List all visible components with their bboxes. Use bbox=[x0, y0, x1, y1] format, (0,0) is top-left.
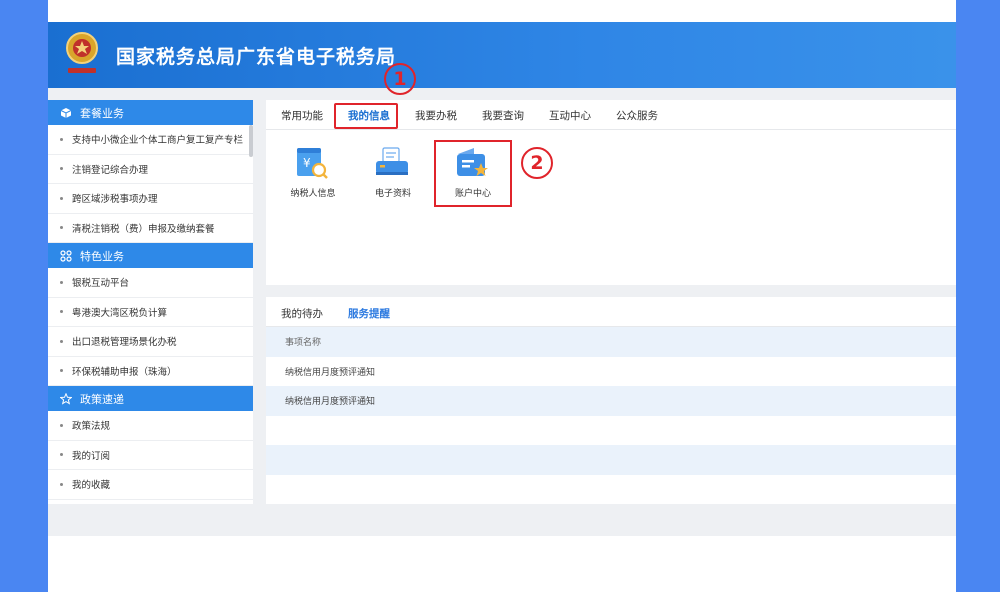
tab-query[interactable]: 我要查询 bbox=[482, 108, 524, 123]
sidebar-item[interactable]: 注销登记综合办理 bbox=[48, 155, 253, 184]
table-row[interactable]: 纳税信用月度预评通知 bbox=[266, 386, 956, 416]
sidebar-item[interactable]: 清税注销税（费）申报及缴纳套餐 bbox=[48, 214, 253, 243]
electronic-data-icon bbox=[376, 147, 408, 175]
sidebar-section-title: 政策速递 bbox=[80, 392, 124, 406]
app-electronic-data[interactable]: 电子资料 bbox=[359, 146, 427, 210]
package-icon bbox=[60, 107, 72, 118]
app-label: 纳税人信息 bbox=[290, 189, 336, 199]
tab-common-functions[interactable]: 常用功能 bbox=[281, 108, 323, 123]
sidebar-item-label: 环保税辅助申报（珠海） bbox=[72, 366, 177, 378]
bottom-tab-bar: 我的待办 服务提醒 bbox=[266, 297, 956, 327]
taxpayer-info-icon: ¥ bbox=[297, 148, 328, 179]
table-row[interactable]: 纳税信用月度预评通知 bbox=[266, 357, 956, 387]
bullet-icon bbox=[60, 196, 63, 200]
app-label: 电子资料 bbox=[374, 189, 411, 199]
bullet-icon bbox=[60, 369, 63, 373]
sidebar-item-label: 银税互动平台 bbox=[72, 278, 130, 290]
bullet-icon bbox=[60, 167, 63, 171]
bullet-icon bbox=[60, 423, 63, 427]
sidebar-item[interactable]: 跨区域涉税事项办理 bbox=[48, 184, 253, 214]
site-title: 国家税务总局广东省电子税务局 bbox=[116, 46, 397, 68]
sidebar-item-label: 注销登记综合办理 bbox=[72, 164, 149, 176]
sidebar-item-label: 出口退税管理场景化办税 bbox=[72, 337, 177, 349]
sidebar-item-label: 我的收藏 bbox=[72, 480, 111, 492]
table-header: 事项名称 bbox=[266, 327, 956, 357]
step-marker-2: 2 bbox=[521, 147, 553, 179]
sidebar-item[interactable]: 我的订阅 bbox=[48, 441, 253, 470]
sidebar-section-special[interactable]: 特色业务 bbox=[48, 243, 253, 268]
bullet-icon bbox=[60, 482, 63, 486]
sidebar-scrollbar[interactable] bbox=[249, 125, 253, 157]
step-marker-1: 1 bbox=[384, 63, 416, 95]
bullet-icon bbox=[60, 137, 63, 141]
sidebar-item-label: 跨区域涉税事项办理 bbox=[72, 194, 158, 206]
sidebar-section-title: 套餐业务 bbox=[80, 106, 124, 120]
site-header: 国家税务总局广东省电子税务局 bbox=[48, 22, 956, 88]
sidebar-section-title: 特色业务 bbox=[80, 249, 124, 263]
sidebar-item[interactable]: 环保税辅助申报（珠海） bbox=[48, 357, 253, 386]
tab-tax-filing[interactable]: 我要办税 bbox=[415, 108, 457, 123]
bullet-icon bbox=[60, 339, 63, 343]
bullet-icon bbox=[60, 453, 63, 457]
sidebar-item-label: 支持中小微企业个体工商户复工复产专栏 bbox=[72, 135, 244, 147]
sidebar-section-package[interactable]: 套餐业务 bbox=[48, 100, 253, 125]
highlight-box-account-center bbox=[434, 140, 512, 207]
bullet-icon bbox=[60, 280, 63, 284]
tab-my-todo[interactable]: 我的待办 bbox=[281, 306, 323, 321]
svg-text:¥: ¥ bbox=[303, 156, 311, 170]
star-icon bbox=[60, 392, 72, 405]
sidebar-item-label: 粤港澳大湾区税负计算 bbox=[72, 307, 168, 319]
sidebar-item[interactable]: 银税互动平台 bbox=[48, 268, 253, 298]
table-row-empty bbox=[266, 416, 956, 446]
app-taxpayer-info[interactable]: ¥ 纳税人信息 bbox=[279, 146, 347, 210]
sidebar-item[interactable]: 出口退税管理场景化办税 bbox=[48, 327, 253, 357]
sidebar-item[interactable]: 支持中小微企业个体工商户复工复产专栏 bbox=[48, 125, 253, 155]
highlight-box-tab bbox=[334, 103, 398, 129]
table-row-empty bbox=[266, 445, 956, 475]
bullet-icon bbox=[60, 226, 63, 230]
sidebar-item[interactable]: 我的收藏 bbox=[48, 470, 253, 500]
bullet-icon bbox=[60, 310, 63, 314]
notification-panel: 我的待办 服务提醒 事项名称 纳税信用月度预评通知 纳税信用月度预评通知 bbox=[266, 297, 956, 504]
tab-bar: 常用功能 我的信息 我要办税 我要查询 互动中心 公众服务 bbox=[266, 100, 956, 130]
tab-interaction-center[interactable]: 互动中心 bbox=[549, 108, 591, 123]
sidebar-item[interactable]: 政策法规 bbox=[48, 411, 253, 441]
function-panel: 常用功能 我的信息 我要办税 我要查询 互动中心 公众服务 ¥ 纳税人信息 电子… bbox=[266, 100, 956, 285]
sidebar-item-label: 政策法规 bbox=[72, 421, 111, 433]
tab-service-reminder[interactable]: 服务提醒 bbox=[348, 306, 390, 321]
grid-icon bbox=[60, 249, 72, 262]
sidebar-section-policy[interactable]: 政策速递 bbox=[48, 386, 253, 411]
tab-public-services[interactable]: 公众服务 bbox=[616, 108, 658, 123]
national-emblem-icon bbox=[66, 32, 98, 73]
sidebar-item-label: 清税注销税（费）申报及缴纳套餐 bbox=[72, 223, 215, 235]
sidebar: 套餐业务 支持中小微企业个体工商户复工复产专栏 注销登记综合办理 跨区域涉税事项… bbox=[48, 100, 253, 504]
sidebar-item[interactable]: 粤港澳大湾区税负计算 bbox=[48, 298, 253, 327]
browser-page: 国家税务总局广东省电子税务局 套餐业务 支持中小微企业个体工商户复工复产专栏 注… bbox=[48, 0, 956, 592]
sidebar-item-label: 我的订阅 bbox=[72, 450, 111, 462]
